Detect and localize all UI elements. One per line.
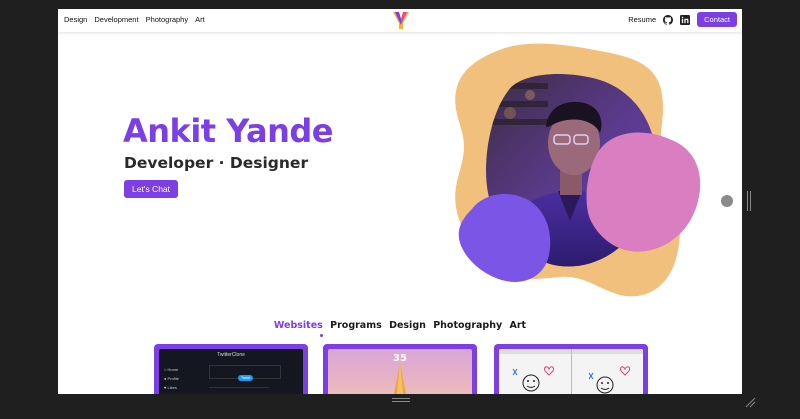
twitterclone-menu: ⌂ Home ● Profile ♥ Likes [164, 365, 179, 392]
lets-chat-button[interactable]: Let's Chat [124, 180, 179, 198]
active-tab-indicator [320, 334, 323, 337]
tweet-button: Tweet [238, 375, 254, 381]
twitterclone-preview: TwitterClone ⌂ Home ● Profile ♥ Likes Tw… [159, 349, 303, 394]
browser-frame: Design Development Photography Art Resum… [0, 0, 800, 419]
cone-shape [393, 363, 407, 394]
tab-photography[interactable]: Photography [433, 320, 502, 331]
nav-link-design[interactable]: Design [64, 15, 87, 24]
linkedin-icon[interactable] [680, 14, 691, 25]
hero-subtitle: Developer · Designer [124, 154, 309, 172]
project-card-2[interactable]: 35 [323, 344, 477, 394]
hero-name: Ankit Yande [123, 112, 333, 150]
side-resize-handle[interactable] [747, 191, 751, 211]
github-icon[interactable] [663, 14, 674, 25]
pink-blob [586, 132, 701, 252]
menu-likes: ♥ Likes [164, 385, 177, 390]
tab-programs[interactable]: Programs [330, 320, 382, 331]
tab-art[interactable]: Art [510, 320, 527, 331]
nav-link-art[interactable]: Art [195, 15, 205, 24]
sketch-face-right [588, 366, 630, 394]
nav-links: Design Development Photography Art [64, 15, 205, 24]
tab-design[interactable]: Design [389, 320, 426, 331]
scroll-indicator[interactable] [721, 195, 733, 207]
menu-profile: ● Profile [164, 376, 179, 381]
tab-websites[interactable]: Websites [274, 320, 323, 331]
nav-link-photography[interactable]: Photography [146, 15, 189, 24]
hero-illustration [455, 43, 701, 297]
bottom-resize-handle[interactable] [392, 398, 410, 402]
resume-link[interactable]: Resume [628, 15, 656, 24]
feed-divider [209, 387, 269, 388]
project-card-twitterclone[interactable]: TwitterClone ⌂ Home ● Profile ♥ Likes Tw… [154, 344, 308, 394]
card3-divider [571, 349, 572, 394]
corner-resize-icon[interactable] [744, 396, 756, 408]
card2-preview: 35 [328, 349, 472, 394]
nav-right-group: Resume Contact [628, 12, 737, 27]
menu-home: ⌂ Home [164, 367, 179, 372]
portfolio-tabs: Websites Programs Design Photography Art [58, 320, 742, 331]
sketch-face-left [512, 366, 554, 392]
portfolio-page: Design Development Photography Art Resum… [58, 9, 742, 394]
twitterclone-title: TwitterClone [217, 352, 245, 358]
card3-preview [499, 349, 643, 394]
contact-button[interactable]: Contact [697, 12, 737, 27]
site-logo[interactable] [392, 11, 410, 30]
top-navbar: Design Development Photography Art Resum… [58, 9, 742, 32]
nav-link-development[interactable]: Development [94, 15, 138, 24]
project-card-3[interactable] [494, 344, 648, 394]
